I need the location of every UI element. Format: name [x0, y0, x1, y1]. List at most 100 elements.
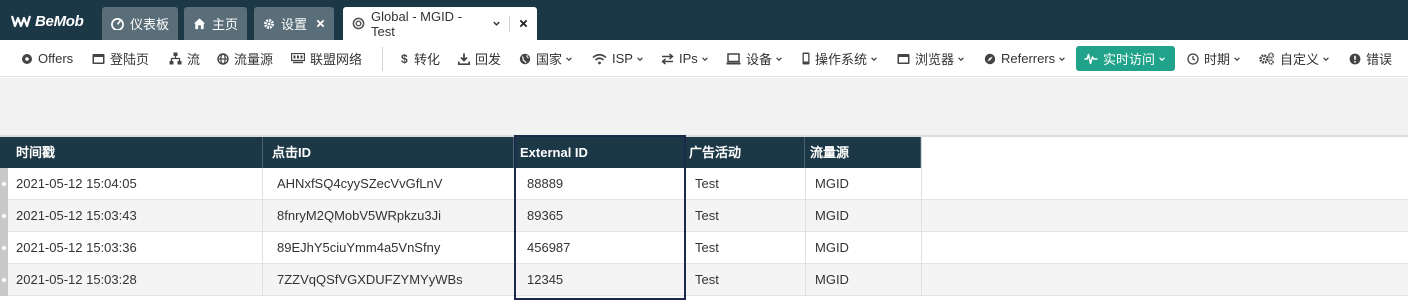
- toolbar-traffic-sources[interactable]: 流量源: [217, 49, 273, 68]
- browser-icon: [897, 53, 910, 65]
- cell-click-id: AHNxfSQ4cyySZecVvGfLnV: [277, 176, 443, 191]
- toolbar-label: Referrers: [1001, 51, 1056, 66]
- toolbar-referrers[interactable]: Referrers: [984, 49, 1066, 68]
- row-handle[interactable]: [0, 264, 8, 296]
- network-icon: [291, 52, 305, 65]
- close-tab-icon[interactable]: [316, 19, 325, 28]
- tab-home[interactable]: 主页: [184, 7, 248, 40]
- laptop-icon: [726, 52, 741, 65]
- toolbar-divider: [382, 47, 383, 71]
- toolbar-label: IPs: [679, 51, 698, 66]
- cell-timestamp: 2021-05-12 15:03:28: [16, 272, 137, 287]
- chevron-down-icon: [1058, 55, 1066, 63]
- toolbar-affiliate-networks[interactable]: 联盟网络: [291, 49, 362, 68]
- top-tab-bar: BeMob 仪表板 主页 设置 Global - MGID - Test: [0, 0, 1408, 40]
- tab-label: 设置: [281, 17, 308, 32]
- tab-separator: [509, 15, 510, 32]
- column-header-traffic-source[interactable]: 流量源: [805, 137, 921, 168]
- column-header-timestamp[interactable]: 时间戳: [10, 137, 262, 168]
- toolbar-label: 实时访问: [1103, 52, 1156, 67]
- toolbar-isp[interactable]: ISP: [592, 49, 644, 68]
- toolbar-label: 错误: [1366, 52, 1393, 67]
- toolbar-label: 操作系统: [815, 52, 868, 67]
- column-divider: [514, 232, 515, 264]
- toolbar-postbacks[interactable]: 回发: [458, 49, 501, 68]
- column-divider: [514, 264, 515, 296]
- exchange-icon: [661, 52, 674, 65]
- offer-icon: [21, 53, 33, 65]
- column-header-external-id[interactable]: External ID: [514, 137, 685, 168]
- table-row[interactable]: 2021-05-12 15:03:43 8fnryM2QMobV5WRpkzu3…: [0, 200, 1408, 232]
- toolbar-offers[interactable]: Offers: [21, 49, 73, 68]
- tab-label: 主页: [212, 17, 239, 32]
- column-header-click-id[interactable]: 点击ID: [262, 137, 514, 168]
- toolbar-devices[interactable]: 设备: [726, 49, 783, 68]
- toolbar-label: 流量源: [234, 52, 274, 67]
- toolbar-landing-pages[interactable]: 登陆页: [92, 49, 149, 68]
- compass-icon: [984, 53, 996, 65]
- toolbar-countries[interactable]: 国家: [519, 49, 573, 68]
- row-handle[interactable]: [0, 200, 8, 232]
- row-handle[interactable]: [0, 168, 8, 200]
- cell-timestamp: 2021-05-12 15:04:05: [16, 176, 137, 191]
- table-row[interactable]: 2021-05-12 15:03:36 89EJhY5ciuYmm4a5VnSf…: [0, 232, 1408, 264]
- cogs-icon: [1259, 52, 1275, 65]
- tab-campaign-active[interactable]: Global - MGID - Test: [343, 7, 537, 40]
- tab-settings[interactable]: 设置: [254, 7, 335, 40]
- chevron-down-icon: [775, 55, 783, 63]
- tab-label: 仪表板: [130, 17, 170, 32]
- wifi-icon: [592, 53, 607, 65]
- toolbar-custom[interactable]: 自定义: [1259, 49, 1330, 68]
- chevron-down-icon: [870, 55, 878, 63]
- column-divider: [685, 232, 686, 264]
- toolbar-label: 转化: [414, 52, 441, 67]
- tab-dashboard[interactable]: 仪表板: [102, 7, 179, 40]
- table-row[interactable]: 2021-05-12 15:03:28 7ZZVqQSfVGXDUFZYMYyW…: [0, 264, 1408, 296]
- column-divider: [685, 200, 686, 232]
- toolbar-conversions[interactable]: $ 转化: [401, 49, 440, 68]
- cell-campaign: Test: [695, 176, 719, 191]
- cell-traffic-source: MGID: [815, 176, 849, 191]
- column-divider: [805, 200, 806, 232]
- cell-click-id: 89EJhY5ciuYmm4a5VnSfny: [277, 240, 441, 255]
- toolbar-operating-systems[interactable]: 操作系统: [802, 49, 878, 68]
- gear-icon: [263, 18, 275, 30]
- toolbar-label: 浏览器: [915, 52, 955, 67]
- toolbar-errors[interactable]: 错误: [1349, 49, 1392, 68]
- column-divider: [921, 168, 922, 200]
- table-header-empty: [921, 137, 1408, 168]
- toolbar-label: 自定义: [1280, 52, 1320, 67]
- column-divider: [921, 200, 922, 232]
- chevron-down-icon[interactable]: [492, 19, 501, 28]
- table-row[interactable]: 2021-05-12 15:04:05 AHNxfSQ4cyySZecVvGfL…: [0, 168, 1408, 200]
- error-icon: [1349, 53, 1361, 65]
- chevron-down-icon: [636, 55, 644, 63]
- row-handle[interactable]: [0, 232, 8, 264]
- toolbar-label: 时期: [1204, 52, 1231, 67]
- toolbar-flows[interactable]: 流: [169, 49, 200, 68]
- cell-timestamp: 2021-05-12 15:03:36: [16, 240, 137, 255]
- mobile-icon: [802, 52, 810, 65]
- close-tab-icon[interactable]: [519, 19, 528, 28]
- toolbar-period[interactable]: 时期: [1187, 49, 1241, 68]
- table-header: 时间戳 点击ID External ID 广告活动 流量源: [0, 137, 921, 168]
- toolbar-ips[interactable]: IPs: [661, 49, 709, 68]
- column-divider: [685, 168, 686, 200]
- toolbar-label: 登陆页: [110, 52, 150, 67]
- cell-external-id: 456987: [527, 240, 571, 255]
- bemob-logo[interactable]: BeMob: [10, 12, 84, 30]
- column-divider: [262, 264, 263, 296]
- cell-click-id: 7ZZVqQSfVGXDUFZYMYyWBs: [277, 272, 463, 287]
- column-divider: [921, 232, 922, 264]
- globe-icon: [217, 52, 229, 65]
- toolbar-live-visits-button[interactable]: 实时访问: [1076, 46, 1175, 71]
- chevron-down-icon: [1158, 55, 1166, 63]
- cell-external-id: 89365: [527, 208, 564, 223]
- column-divider: [514, 168, 515, 200]
- toolbar-browsers[interactable]: 浏览器: [897, 49, 965, 68]
- column-divider: [262, 200, 263, 232]
- filter-area: [0, 78, 1408, 135]
- column-divider: [805, 168, 806, 200]
- column-header-campaign[interactable]: 广告活动: [685, 137, 805, 168]
- landing-page-icon: [92, 53, 105, 65]
